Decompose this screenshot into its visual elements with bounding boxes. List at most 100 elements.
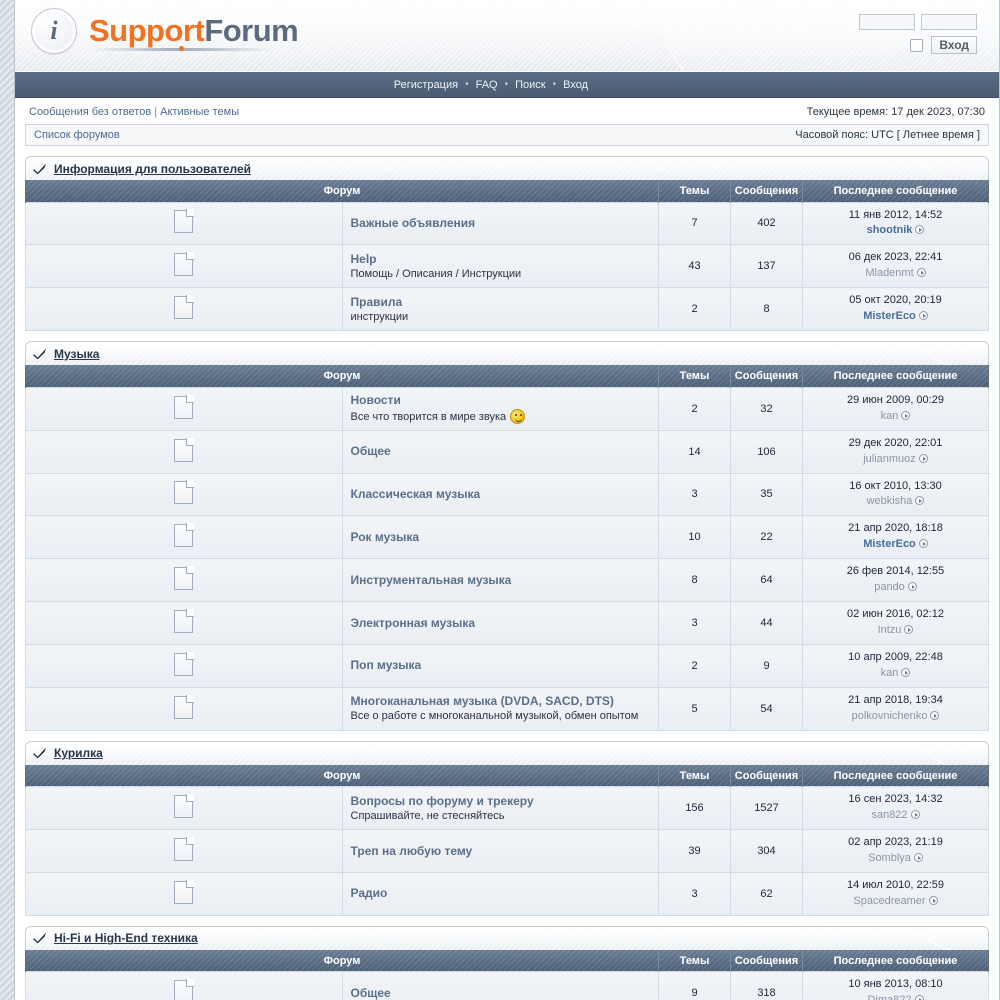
column-header-posts: Сообщения	[730, 949, 803, 972]
goto-last-post-icon[interactable]	[910, 810, 920, 820]
forum-last-post-cell: 14 июл 2010, 22:59 Spacedreamer	[802, 872, 989, 916]
table-row: Общее9318 10 янв 2013, 08:10 Dima822	[25, 971, 989, 1000]
goto-last-post-icon[interactable]	[915, 496, 925, 506]
forum-link[interactable]: Радио	[351, 886, 659, 900]
forum-category: Музыка Форум Темы Сообщения Последнее сообще…	[25, 341, 989, 731]
column-header-last-post: Последнее сообщение	[802, 764, 989, 787]
last-post-author: Spacedreamer	[811, 894, 980, 910]
last-post-author-link[interactable]: Dima822	[867, 994, 911, 1000]
table-row: Поп музыка 2 9 10 апр 2009, 22:48 kan	[25, 644, 989, 688]
forum-topics-count: 5	[658, 686, 731, 731]
forum-last-post-cell: 29 июн 2009, 00:29 kan	[802, 386, 989, 431]
active-topics-link[interactable]: Активные темы	[160, 106, 239, 118]
page-wrapper: i SupportForum Вход Регистрация • FAQ • …	[14, 0, 1000, 1000]
forum-last-post-cell: 02 июн 2016, 02:12 Intzu	[802, 601, 989, 645]
forum-link[interactable]: Общее	[351, 444, 659, 458]
forum-status-cell	[25, 558, 343, 603]
forum-link[interactable]: Правила	[351, 295, 659, 309]
forum-link[interactable]: Новости	[351, 393, 659, 407]
forum-name-cell: Инструментальная музыка	[341, 558, 659, 603]
last-post-date: 14 июл 2010, 22:59	[846, 879, 945, 891]
forum-link[interactable]: Треп на любую тему	[351, 844, 659, 858]
last-post-author-link[interactable]: Spacedreamer	[853, 895, 925, 907]
goto-last-post-icon[interactable]	[918, 539, 928, 549]
forum-link[interactable]: Поп музыка	[351, 658, 659, 672]
goto-last-post-icon[interactable]	[904, 625, 914, 635]
last-post-date: 21 апр 2020, 18:18	[848, 522, 943, 535]
column-header-topics: Темы	[658, 764, 731, 787]
login-button[interactable]: Вход	[931, 36, 977, 54]
nav-item-register[interactable]: Регистрация	[387, 79, 465, 91]
forum-name-cell: Общее	[341, 971, 659, 1000]
forum-name-cell: Классическая музыка	[341, 472, 659, 517]
last-post-author-link[interactable]: kan	[881, 667, 899, 679]
forum-link[interactable]: Классическая музыка	[351, 487, 659, 501]
nav-item-faq[interactable]: FAQ	[469, 79, 505, 91]
last-post-author-link[interactable]: pando	[874, 581, 905, 593]
forum-topics-count: 7	[658, 201, 731, 246]
forum-link[interactable]: Важные объявления	[351, 216, 659, 230]
goto-last-post-icon[interactable]	[930, 710, 940, 720]
goto-last-post-icon[interactable]	[928, 895, 938, 905]
nav-item-search[interactable]: Поиск	[508, 79, 552, 91]
last-post-author: Dima822	[811, 993, 980, 1000]
goto-last-post-icon[interactable]	[913, 853, 923, 863]
username-input[interactable]	[859, 14, 915, 30]
goto-last-post-icon[interactable]	[918, 311, 928, 321]
forum-topics-count: 14	[658, 429, 731, 474]
last-post-author-link[interactable]: webkisha	[867, 495, 913, 507]
goto-last-post-icon[interactable]	[918, 453, 928, 463]
links-separator: |	[154, 106, 158, 118]
forum-page-icon	[174, 566, 195, 591]
forum-topics-count: 9	[658, 971, 731, 1000]
last-post-date: 02 июн 2016, 02:12	[847, 608, 944, 621]
last-post-author-link[interactable]: Somblya	[868, 852, 911, 864]
goto-last-post-icon[interactable]	[901, 667, 911, 677]
goto-last-post-icon[interactable]	[901, 410, 911, 420]
forum-status-cell	[25, 386, 343, 431]
password-input[interactable]	[921, 14, 977, 30]
remember-me-checkbox[interactable]	[910, 38, 924, 52]
forum-posts-count: 54	[730, 686, 803, 731]
last-post-author-link[interactable]: kan	[881, 410, 899, 422]
forum-link[interactable]: Многоканальная музыка (DVDA, SACD, DTS)	[351, 694, 659, 708]
last-post-author-link[interactable]: polkovnichenko	[852, 710, 928, 722]
goto-last-post-icon[interactable]	[914, 995, 924, 1000]
last-post-author-link[interactable]: san822	[871, 809, 907, 821]
last-post-author-link[interactable]: Mladenmt	[865, 267, 913, 279]
forum-posts-count: 8	[730, 287, 803, 332]
last-post-author-link[interactable]: shootnik	[867, 224, 913, 236]
category-title-link[interactable]: Курилка	[54, 746, 103, 760]
unanswered-posts-link[interactable]: Сообщения без ответов	[29, 106, 151, 118]
forum-link[interactable]: Общее	[351, 986, 659, 1000]
logo-dot	[179, 46, 184, 51]
nav-item-login[interactable]: Вход	[556, 79, 595, 91]
category-title-link[interactable]: Hi-Fi и High-End техника	[54, 931, 198, 945]
category-title-link[interactable]: Информация для пользователей	[54, 162, 251, 176]
goto-last-post-icon[interactable]	[915, 225, 925, 235]
forum-link[interactable]: Help	[351, 252, 659, 266]
category-title-link[interactable]: Музыка	[54, 347, 99, 361]
forum-last-post-cell: 02 апр 2023, 21:19 Somblya	[802, 829, 989, 873]
forum-name-cell: Электронная музыка	[341, 601, 659, 645]
last-post-author: webkisha	[811, 494, 980, 510]
last-post-author-link[interactable]: julianmuoz	[863, 453, 916, 465]
forum-link[interactable]: Электронная музыка	[351, 616, 659, 630]
goto-last-post-icon[interactable]	[907, 582, 917, 592]
forum-posts-count: 9	[730, 644, 803, 688]
goto-last-post-icon[interactable]	[916, 268, 926, 278]
forum-link[interactable]: Инструментальная музыка	[351, 573, 659, 587]
forum-link[interactable]: Рок музыка	[351, 530, 659, 544]
forum-page-icon	[174, 295, 195, 320]
last-post-date: 26 фев 2014, 12:55	[846, 565, 945, 578]
last-post-author-link[interactable]: MisterEco	[863, 310, 916, 322]
last-post-author: MisterEco	[811, 309, 980, 325]
forum-topics-count: 156	[658, 786, 731, 831]
forum-posts-count: 318	[730, 971, 803, 1000]
forum-link[interactable]: Вопросы по форуму и трекеру	[351, 794, 659, 808]
forum-page-icon	[174, 837, 195, 862]
last-post-author-link[interactable]: MisterEco	[863, 538, 916, 550]
last-post-author-link[interactable]: Intzu	[878, 624, 902, 636]
breadcrumb-forum-index[interactable]: Список форумов	[34, 129, 120, 141]
checkmark-icon	[33, 348, 47, 360]
